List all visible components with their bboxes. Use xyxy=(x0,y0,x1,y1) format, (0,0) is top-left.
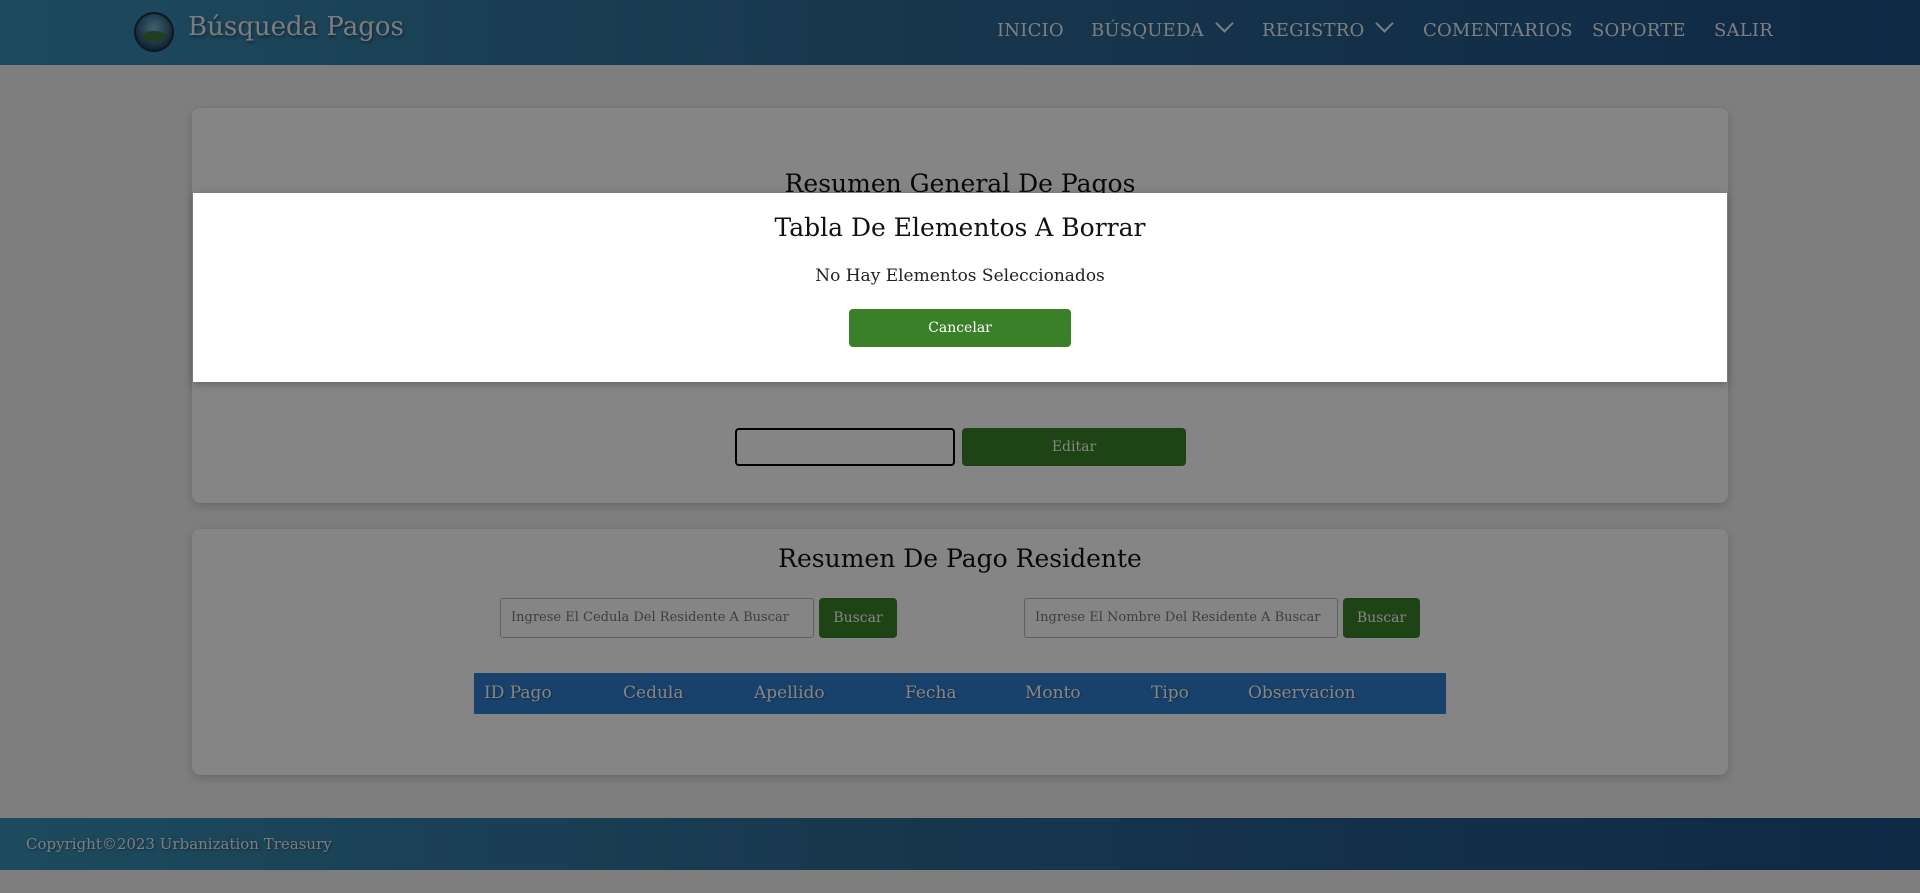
modal-message: No Hay Elementos Seleccionados xyxy=(815,266,1105,286)
modal-backdrop[interactable] xyxy=(0,0,1920,893)
delete-items-modal: Tabla De Elementos A Borrar No Hay Eleme… xyxy=(193,193,1727,382)
modal-title: Tabla De Elementos A Borrar xyxy=(774,213,1146,242)
cancel-button[interactable]: Cancelar xyxy=(849,309,1071,347)
